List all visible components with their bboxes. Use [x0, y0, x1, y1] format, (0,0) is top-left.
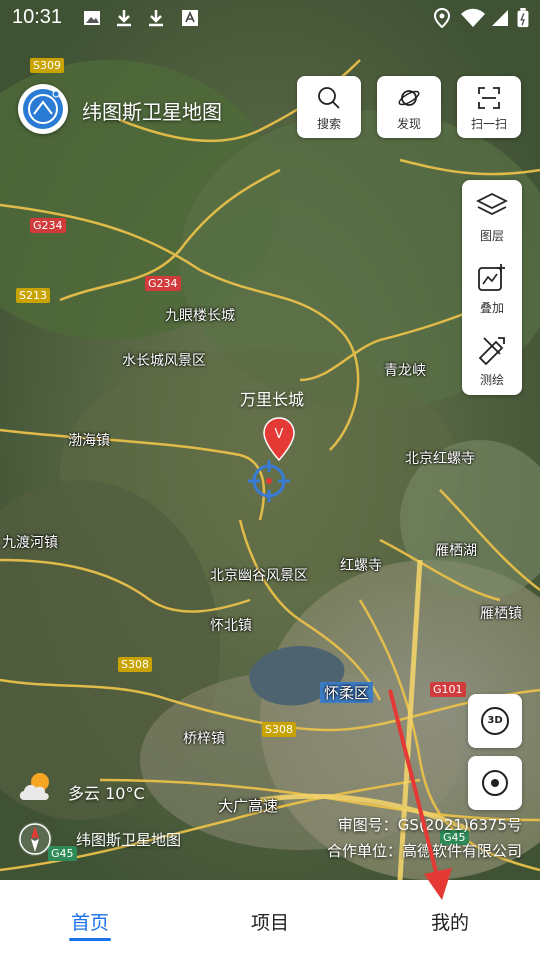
measure-icon [478, 337, 505, 366]
locate-button[interactable] [468, 756, 522, 810]
bottom-tab-bar: 首页 项目 我的 [0, 880, 540, 960]
discover-button-label: 发现 [396, 117, 421, 131]
status-time: 10:31 [12, 6, 63, 28]
planet-icon [398, 90, 420, 106]
measure-button[interactable]: 测绘 [462, 324, 522, 394]
download-icon [149, 10, 163, 27]
signal-icon [492, 10, 508, 26]
tab-mine[interactable]: 我的 [400, 908, 500, 935]
search-button-label: 搜索 [316, 117, 341, 131]
map-label-yanqi-town: 雁栖镇 [480, 606, 522, 622]
road-shield-s308: S308 [118, 657, 152, 672]
map-approval-number: 审图号：GS(2021)6375号 [337, 816, 522, 834]
road-shield-g45: G45 [48, 846, 77, 861]
road-shield-g101: G101 [430, 682, 466, 697]
weather-text: 多云 10°C [68, 784, 145, 803]
compass-icon[interactable] [18, 822, 52, 856]
map-tools-panel: 图层 叠加 测绘 [462, 180, 522, 395]
scan-icon [478, 87, 500, 109]
discover-button[interactable]: 发现 [377, 76, 441, 138]
weather-widget: 多云 10°C [16, 770, 145, 810]
map-label-jiuyanlou: 九眼楼长城 [165, 308, 235, 324]
layers-icon [476, 192, 508, 216]
road-shield-s308: S308 [262, 722, 296, 737]
map-pin-icon[interactable]: V [262, 416, 296, 462]
map-label-qinglong: 青龙峡 [384, 363, 426, 379]
image-icon [84, 11, 100, 25]
tab-active-indicator [69, 938, 111, 941]
tab-home[interactable]: 首页 [40, 908, 140, 935]
road-shield-g234: G234 [145, 276, 181, 291]
crosshair-icon [248, 460, 290, 502]
scan-button-label: 扫一扫 [470, 117, 507, 131]
map-credits: 审图号：GS(2021)6375号 合作单位：高德软件有限公司 [327, 812, 522, 864]
scan-button[interactable]: 扫一扫 [457, 76, 521, 138]
overlay-button[interactable]: 叠加 [462, 252, 522, 322]
3d-label: 3D [481, 707, 509, 735]
search-button[interactable]: 搜索 [297, 76, 361, 138]
satellite-logo-icon [23, 89, 63, 129]
map-label-huaibei: 怀北镇 [210, 618, 252, 634]
measure-label: 测绘 [479, 373, 504, 387]
app-title: 纬图斯卫星地图 [82, 100, 222, 124]
map-label-hongluosi: 红螺寺 [340, 558, 382, 574]
map-label-water-greatwall: 水长城风景区 [122, 353, 206, 369]
overlay-icon [478, 264, 505, 291]
road-shield-s213: S213 [16, 288, 50, 303]
status-bar: 10:31 [0, 0, 540, 36]
map-label-hongluo: 北京红螺寺 [405, 451, 475, 467]
road-shield-s309: S309 [30, 58, 64, 73]
tab-projects[interactable]: 项目 [220, 908, 320, 935]
search-icon [318, 87, 340, 109]
layers-label: 图层 [479, 229, 504, 243]
map-label-yanqi-lake: 雁栖湖 [435, 543, 477, 559]
app-logo[interactable] [18, 84, 68, 134]
svg-text:V: V [275, 427, 284, 442]
3d-toggle-button[interactable]: 3D [468, 694, 522, 748]
map-partner: 合作单位：高德软件有限公司 [326, 842, 522, 860]
map-label-qiaozi: 桥梓镇 [183, 731, 225, 747]
keyboard-icon [182, 10, 198, 26]
road-shield-g234: G234 [30, 218, 66, 233]
poi-title: 万里长城 [240, 390, 305, 409]
location-icon [433, 8, 451, 28]
map-label-dagang: 大广高速 [218, 797, 279, 815]
layers-button[interactable]: 图层 [462, 180, 522, 250]
battery-icon [517, 8, 529, 28]
locate-icon [482, 770, 508, 796]
map-label-jiudu: 九渡河镇 [2, 535, 58, 551]
overlay-label: 叠加 [479, 301, 504, 315]
map-label-youggu: 北京幽谷风景区 [210, 568, 308, 584]
cloudy-icon [19, 773, 49, 800]
wifi-icon [461, 8, 485, 27]
brand-text: 纬图斯卫星地图 [76, 831, 182, 849]
map-label-bohai: 渤海镇 [68, 433, 110, 449]
download-icon [117, 10, 131, 27]
map-label-huairou: 怀柔区 [320, 682, 374, 703]
